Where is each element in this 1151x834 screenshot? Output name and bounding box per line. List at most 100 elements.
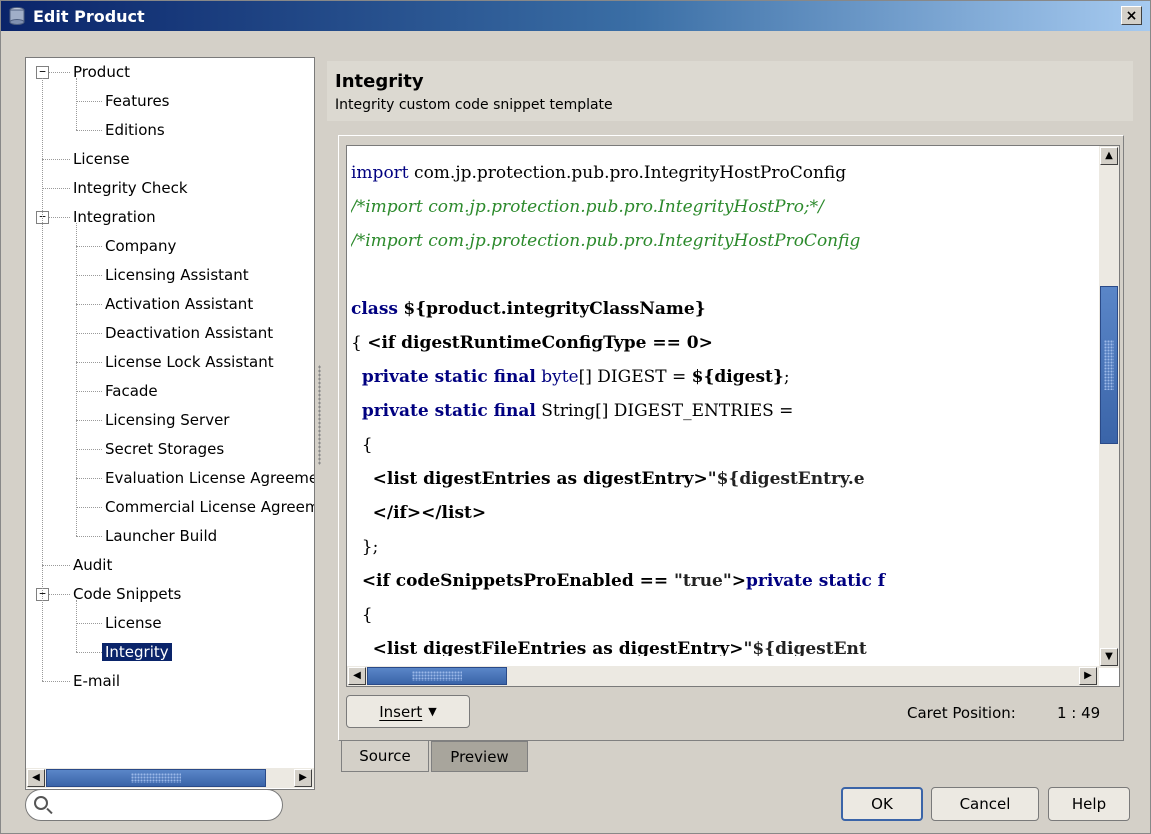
tree-item[interactable]: Secret Storages	[102, 437, 227, 461]
scroll-left-icon[interactable]: ◀	[27, 769, 45, 787]
tree-item[interactable]: Licensing Server	[102, 408, 232, 432]
tree-connector	[76, 449, 102, 450]
tree-item-label: Licensing Server	[105, 411, 230, 429]
tree-connector	[76, 507, 102, 508]
tree-item[interactable]: Facade	[102, 379, 161, 403]
tree-item-label: Launcher Build	[105, 527, 218, 545]
insert-label: Insert	[379, 702, 423, 721]
scroll-thumb[interactable]	[367, 667, 507, 685]
tree-horizontal-scrollbar[interactable]: ◀ ▶	[26, 768, 314, 788]
tree-item-label: License Lock Assistant	[105, 353, 274, 371]
code-line: };	[351, 537, 379, 557]
tree-item[interactable]: License	[102, 611, 165, 635]
tree-item[interactable]: Editions	[102, 118, 168, 142]
tree-item[interactable]: Code Snippets	[70, 582, 184, 606]
tree-item[interactable]: Deactivation Assistant	[102, 321, 276, 345]
tree-item[interactable]: Commercial License Agreement	[102, 495, 314, 519]
help-button[interactable]: Help	[1048, 787, 1130, 821]
tree-item-label: Company	[105, 237, 177, 255]
code-line: {	[351, 605, 373, 625]
scroll-right-icon[interactable]: ▶	[1079, 667, 1097, 685]
edit-product-dialog: Edit Product × Product − Features Editions L…	[0, 0, 1151, 834]
tab-preview[interactable]: Preview	[431, 741, 528, 772]
tree-item[interactable]: License	[70, 147, 133, 171]
editor-horizontal-scrollbar[interactable]: ◀ ▶	[347, 666, 1099, 686]
title-bar[interactable]: Edit Product ×	[1, 1, 1150, 31]
code-line: class ${product.integrityClassName}	[351, 299, 706, 319]
tree-item[interactable]: Features	[102, 89, 173, 113]
tree-item-label: Integration	[73, 208, 156, 226]
caret-position-label: Caret Position:	[907, 704, 1016, 722]
insert-dropdown-button[interactable]: Insert ▼	[346, 695, 470, 728]
tree-item[interactable]: Integrity Check	[70, 176, 191, 200]
page-title: Integrity	[335, 71, 424, 92]
tree-guide-line	[76, 223, 77, 536]
tree-item[interactable]: Integrity	[102, 640, 172, 664]
tree-item-label: Deactivation Assistant	[105, 324, 274, 342]
tree-connector	[76, 652, 102, 653]
splitter-handle[interactable]	[318, 365, 321, 465]
tree-connector	[76, 362, 102, 363]
tree-connector	[76, 333, 102, 334]
code-line: private static final byte[] DIGEST = ${d…	[361, 367, 790, 387]
tree-connector	[42, 188, 70, 189]
chevron-down-icon: ▼	[428, 705, 437, 718]
tree-item[interactable]: Activation Assistant	[102, 292, 256, 316]
tree-item-label: Editions	[105, 121, 165, 139]
tree-item-label: Secret Storages	[105, 440, 225, 458]
tree-connector	[76, 420, 102, 421]
tree-connector	[76, 101, 102, 102]
ok-button[interactable]: OK	[841, 787, 923, 821]
scroll-thumb[interactable]	[46, 769, 266, 787]
settings-tree[interactable]: Product − Features Editions License Integrity…	[25, 57, 315, 790]
code-line: </if></list>	[372, 503, 487, 523]
tree-item[interactable]: Launcher Build	[102, 524, 220, 548]
code-editor[interactable]: import com.jp.protection.pub.pro.Integri…	[346, 145, 1120, 687]
close-button[interactable]: ×	[1121, 6, 1142, 25]
code-area[interactable]: import com.jp.protection.pub.pro.Integri…	[351, 156, 1099, 656]
tree-item[interactable]: Company	[102, 234, 179, 258]
tree-guide-line	[76, 600, 77, 652]
tree-item-label: License	[105, 614, 162, 632]
tree-connector	[42, 565, 70, 566]
search-icon	[34, 796, 48, 810]
editor-vertical-scrollbar[interactable]: ▲ ▼	[1099, 146, 1119, 668]
tree-connector	[76, 391, 102, 392]
tree-item[interactable]: Evaluation License Agreement	[102, 466, 315, 490]
scroll-thumb[interactable]	[1100, 286, 1118, 444]
window-title: Edit Product	[33, 6, 145, 26]
tree-item-label: License	[73, 150, 130, 168]
tree-item[interactable]: E-mail	[70, 669, 123, 693]
tree-item[interactable]: Audit	[70, 553, 115, 577]
scroll-up-icon[interactable]: ▲	[1100, 147, 1118, 165]
scroll-left-icon[interactable]: ◀	[348, 667, 366, 685]
tree-item[interactable]: License Lock Assistant	[102, 350, 277, 374]
tree-item-label: Facade	[105, 382, 158, 400]
tree-connector	[76, 275, 102, 276]
tree-guide-line	[42, 78, 43, 681]
tree-item-label: Evaluation License Agreement	[105, 469, 315, 487]
tree-connector	[76, 130, 102, 131]
tree-connector	[76, 478, 102, 479]
caret-position-value: 1 : 49	[1057, 704, 1101, 722]
tree-item-label: Features	[105, 92, 170, 110]
tree-item-label: Integrity Check	[73, 179, 188, 197]
cancel-button[interactable]: Cancel	[931, 787, 1039, 821]
tree-item-label: Activation Assistant	[105, 295, 254, 313]
tree-item[interactable]: Licensing Assistant	[102, 263, 252, 287]
code-line: /*import com.jp.protection.pub.pro.Integ…	[351, 197, 824, 217]
tree-item-label: E-mail	[73, 672, 121, 690]
tree-guide-line	[76, 78, 77, 130]
scroll-right-icon[interactable]: ▶	[294, 769, 312, 787]
tree-item[interactable]: Product	[70, 60, 133, 84]
section-header: Integrity Integrity custom code snippet …	[327, 61, 1133, 121]
scroll-down-icon[interactable]: ▼	[1100, 648, 1118, 666]
code-line: <list digestFileEntries as digestEntry>"…	[372, 639, 867, 656]
tree-search-input[interactable]	[25, 789, 283, 821]
tree-item-label: Commercial License Agreement	[105, 498, 314, 516]
tree-item[interactable]: Integration	[70, 205, 159, 229]
tab-source[interactable]: Source	[341, 741, 429, 772]
tree-connector	[42, 681, 70, 682]
tree-item-label: Code Snippets	[73, 585, 182, 603]
